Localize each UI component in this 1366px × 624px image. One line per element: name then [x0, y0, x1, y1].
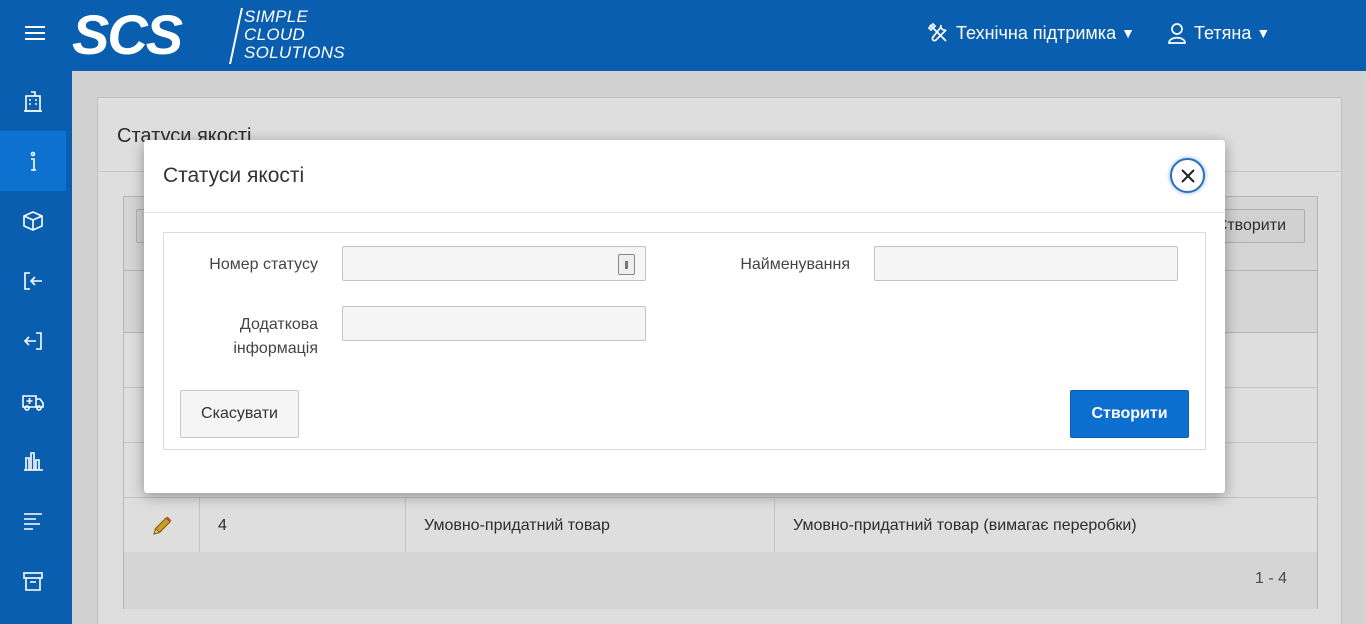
user-menu[interactable]: Тетяна ▼	[1167, 22, 1270, 44]
logo[interactable]: SCS SIMPLE CLOUD SOLUTIONS	[72, 4, 372, 66]
building-icon	[24, 91, 42, 112]
logo-text: SIMPLE CLOUD SOLUTIONS	[244, 8, 345, 62]
additional-info-input[interactable]	[342, 306, 646, 341]
cancel-button[interactable]: Скасувати	[180, 390, 299, 438]
number-spinner-icon[interactable]	[618, 254, 635, 275]
additional-info-label: Додаткова інформація	[184, 313, 318, 361]
support-label: Технічна підтримка	[956, 22, 1117, 43]
bar-chart-icon	[24, 452, 43, 471]
sign-out-icon	[23, 332, 42, 350]
additional-info-label-line: інформація	[233, 340, 318, 357]
sidebar-item-reports[interactable]	[0, 431, 66, 491]
quality-status-dialog: Статуси якості Номер статусу Найменуванн…	[144, 140, 1225, 493]
status-number-label: Номер статусу	[209, 256, 318, 273]
info-icon	[30, 151, 36, 171]
menu-toggle-icon[interactable]	[25, 26, 45, 42]
list-icon	[24, 513, 42, 530]
sign-in-icon	[24, 272, 42, 290]
logo-line: SIMPLE	[244, 7, 309, 26]
close-icon	[1180, 168, 1195, 183]
sidebar-item-products[interactable]	[0, 191, 66, 251]
logo-mark: SCS	[72, 3, 183, 66]
user-name: Тетяна	[1194, 22, 1252, 43]
sidebar-item-lists[interactable]	[0, 491, 66, 551]
box-icon	[23, 211, 43, 231]
ambulance-icon	[22, 395, 44, 411]
sidebar-item-warehouse[interactable]	[0, 71, 66, 131]
top-navbar: SCS SIMPLE CLOUD SOLUTIONS Технічна підт…	[0, 0, 1366, 71]
wrench-screwdriver-icon	[927, 22, 947, 42]
archive-icon	[23, 572, 43, 591]
logo-separator	[229, 8, 243, 64]
user-icon	[1168, 23, 1186, 44]
create-button[interactable]: Створити	[1070, 390, 1189, 438]
sidebar-item-archive[interactable]	[0, 551, 66, 611]
sidebar-item-shipping[interactable]	[0, 371, 66, 431]
chevron-down-icon: ▼	[1121, 25, 1135, 41]
sidebar-item-incoming[interactable]	[0, 251, 66, 311]
dialog-title: Статуси якості	[163, 164, 305, 187]
status-number-input[interactable]	[342, 246, 646, 281]
name-label: Найменування	[740, 256, 850, 273]
additional-info-label-line: Додаткова	[239, 316, 318, 333]
dialog-form: Номер статусу Найменування Додаткова інф…	[163, 232, 1206, 450]
sidebar-item-info[interactable]	[0, 131, 66, 191]
logo-line: CLOUD	[244, 25, 306, 44]
name-input[interactable]	[874, 246, 1178, 281]
logo-line: SOLUTIONS	[244, 43, 345, 62]
close-button[interactable]	[1170, 158, 1205, 193]
chevron-down-icon: ▼	[1256, 25, 1271, 41]
sidebar	[0, 71, 72, 624]
dialog-header: Статуси якості	[144, 140, 1225, 213]
sidebar-item-outgoing[interactable]	[0, 311, 66, 371]
support-menu[interactable]: Технічна підтримка ▼	[927, 22, 1135, 44]
